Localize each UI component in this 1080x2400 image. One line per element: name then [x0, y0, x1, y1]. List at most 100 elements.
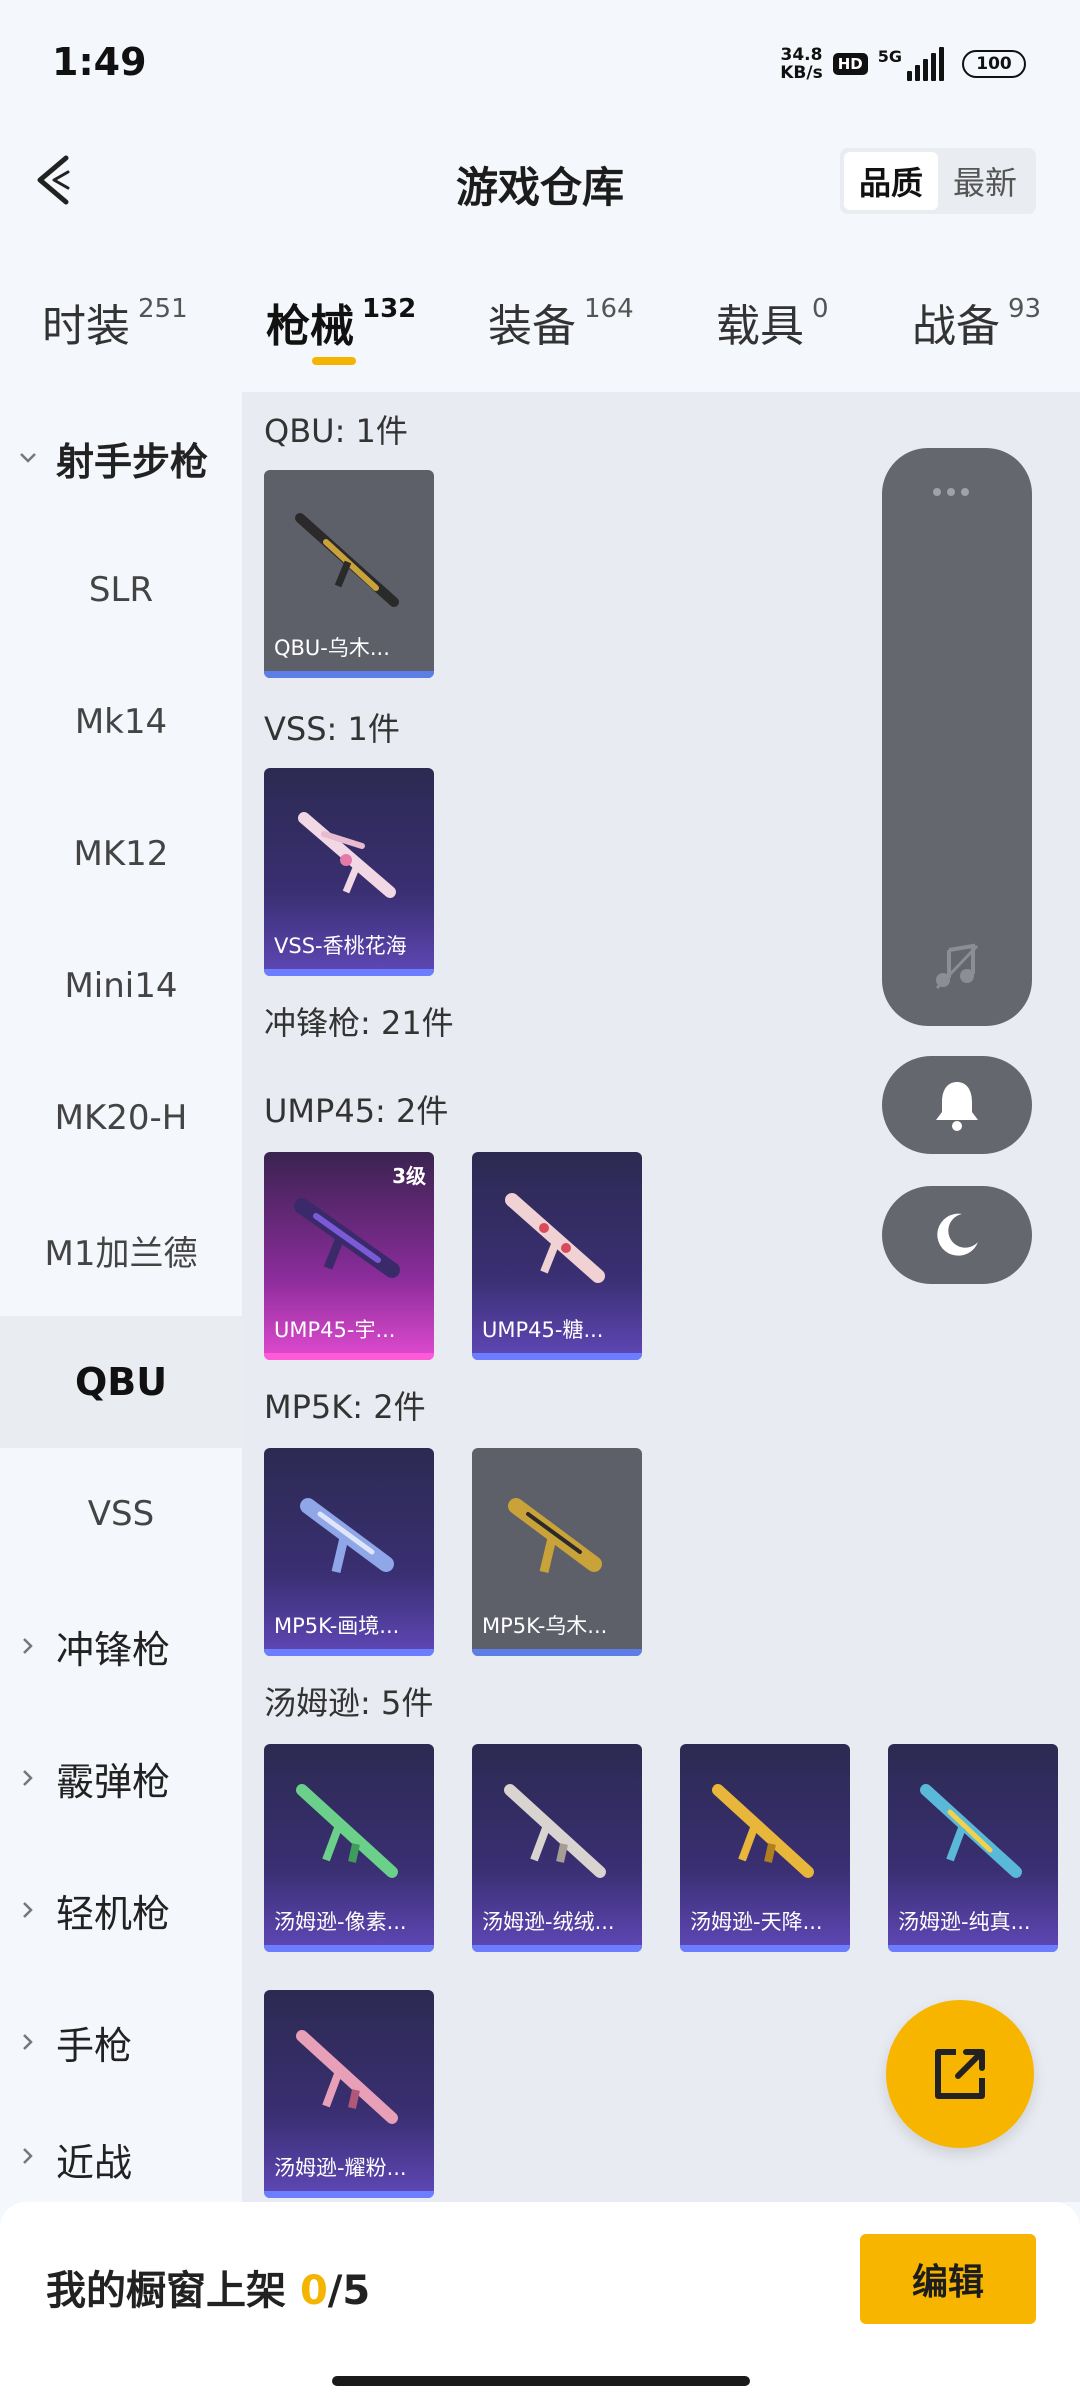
- section-title-ump45: UMP45: 2件: [264, 1092, 449, 1130]
- smg-skin-image: [300, 1498, 394, 1574]
- showcase-total-count: /5: [327, 2268, 371, 2314]
- sidebar-item-label: 霰弹枪: [56, 1759, 171, 1804]
- status-time: 1:49: [52, 40, 147, 84]
- smg-skin-image: [504, 1784, 606, 1878]
- item-card[interactable]: 3级 UMP45-宇...: [264, 1152, 434, 1360]
- sort-quality-button[interactable]: 品质: [844, 152, 938, 210]
- sort-newest-button[interactable]: 最新: [938, 152, 1032, 210]
- smg-skin-image: [920, 1784, 1022, 1878]
- item-card[interactable]: QBU-乌木...: [264, 470, 434, 678]
- tab-label: 战备: [912, 301, 1000, 352]
- section-title-thompson: 汤姆逊: 5件: [264, 1684, 434, 1722]
- smg-skin-image: [712, 1784, 814, 1878]
- signal-icon: 5G: [878, 47, 944, 81]
- tab-count: 251: [138, 294, 188, 324]
- item-card[interactable]: UMP45-糖...: [472, 1152, 642, 1360]
- sidebar-item-shotgun[interactable]: 霰弹枪: [0, 1712, 242, 1844]
- tab-count: 0: [812, 294, 829, 324]
- item-card[interactable]: 汤姆逊-绒绒...: [472, 1744, 642, 1952]
- item-name: UMP45-糖...: [482, 1318, 604, 1342]
- tab-battle-gear[interactable]: 战备 93: [912, 290, 1041, 354]
- tab-label: 枪械: [266, 301, 354, 352]
- rarity-bar: [472, 1649, 642, 1656]
- sidebar-item-mk12[interactable]: MK12: [0, 788, 242, 920]
- more-dots-icon[interactable]: [933, 488, 969, 496]
- sidebar-item-lmg[interactable]: 轻机枪: [0, 1844, 242, 1976]
- net-speed: 34.8 KB/s: [780, 46, 822, 82]
- dark-mode-button[interactable]: [882, 1186, 1032, 1284]
- floating-panel[interactable]: [882, 448, 1032, 1026]
- sidebar-item-m1-garand[interactable]: M1加兰德: [0, 1184, 242, 1316]
- tab-count: 93: [1008, 294, 1042, 324]
- rarity-bar: [472, 1945, 642, 1952]
- item-card[interactable]: 汤姆逊-像素...: [264, 1744, 434, 1952]
- item-card[interactable]: 汤姆逊-耀粉...: [264, 1990, 434, 2198]
- sidebar-item-label: 手枪: [56, 2023, 133, 2068]
- share-button[interactable]: [886, 2000, 1034, 2148]
- sidebar-item-smg[interactable]: 冲锋枪: [0, 1580, 242, 1712]
- home-indicator[interactable]: [332, 2376, 750, 2386]
- active-tab-indicator: [312, 357, 356, 365]
- sidebar-item-pistol[interactable]: 手枪: [0, 1976, 242, 2108]
- tab-label: 装备: [488, 301, 576, 352]
- sidebar-item-label: 近战: [56, 2141, 133, 2185]
- chevron-right-icon: [23, 1902, 33, 1918]
- section-title-vss: VSS: 1件: [264, 710, 400, 748]
- tab-firearms[interactable]: 枪械 132: [266, 290, 416, 354]
- rarity-bar: [472, 1353, 642, 1360]
- sidebar-item-label: 冲锋枪: [56, 1627, 171, 1672]
- item-name: 汤姆逊-天降...: [690, 1910, 823, 1934]
- music-off-icon[interactable]: [931, 940, 983, 992]
- share-external-icon: [935, 2049, 985, 2099]
- item-card[interactable]: MP5K-画境...: [264, 1448, 434, 1656]
- rarity-bar: [264, 671, 434, 678]
- smg-skin-image: [505, 1193, 605, 1283]
- rifle-skin-image: [298, 812, 396, 898]
- tab-equipment[interactable]: 装备 164: [488, 290, 634, 354]
- item-card[interactable]: VSS-香桃花海: [264, 768, 434, 976]
- showcase-current-count: 0: [299, 2268, 328, 2314]
- section-title-mp5k: MP5K: 2件: [264, 1388, 426, 1426]
- tab-count: 132: [362, 294, 417, 324]
- chevron-right-icon: [23, 2148, 33, 2164]
- tab-fashion[interactable]: 时装 251: [42, 290, 188, 354]
- rarity-bar: [264, 969, 434, 976]
- item-name: UMP45-宇...: [274, 1318, 396, 1342]
- rarity-bar: [264, 1649, 434, 1656]
- rarity-bar: [888, 1945, 1058, 1952]
- item-card[interactable]: 汤姆逊-天降...: [680, 1744, 850, 1952]
- status-indicators: 34.8 KB/s HD 5G 100: [780, 42, 1026, 86]
- sidebar-item-mini14[interactable]: Mini14: [0, 920, 242, 1052]
- sidebar-item-label: 轻机枪: [56, 1891, 171, 1936]
- battery-icon: 100: [962, 50, 1026, 78]
- status-bar: 1:49 34.8 KB/s HD 5G 100: [0, 0, 1080, 130]
- edit-button[interactable]: 编辑: [860, 2234, 1036, 2324]
- notification-button[interactable]: [882, 1056, 1032, 1154]
- moon-icon: [937, 1213, 978, 1256]
- chevron-down-icon: [20, 453, 36, 463]
- hd-badge: HD: [832, 53, 868, 75]
- sidebar-item-qbu[interactable]: QBU: [0, 1316, 242, 1448]
- battery-level: 100: [976, 54, 1012, 74]
- sidebar-item-slr[interactable]: SLR: [0, 524, 242, 656]
- category-tabs: 时装 251 枪械 132 装备 164 载具 0 战备 93: [0, 290, 1080, 380]
- item-card[interactable]: MP5K-乌木...: [472, 1448, 642, 1656]
- bottom-bar: 我的橱窗上架 0/5 编辑: [0, 2202, 1080, 2400]
- sidebar-item-marksman-rifles[interactable]: 射手步枪: [0, 392, 242, 524]
- tab-vehicles[interactable]: 载具 0: [716, 290, 829, 354]
- item-name: 汤姆逊-耀粉...: [274, 2156, 407, 2180]
- chevron-right-icon: [23, 2034, 33, 2050]
- sidebar-item-melee[interactable]: 近战: [0, 2108, 242, 2202]
- network-type: 5G: [877, 47, 902, 66]
- item-name: 汤姆逊-像素...: [274, 1910, 407, 1934]
- sidebar: 射手步枪 SLR Mk14 MK12 Mini14 MK20-H M1加兰德 Q…: [0, 392, 242, 2202]
- sidebar-item-mk14[interactable]: Mk14: [0, 656, 242, 788]
- tab-label: 时装: [42, 301, 130, 352]
- tab-label: 载具: [716, 301, 804, 352]
- sidebar-item-vss[interactable]: VSS: [0, 1448, 242, 1580]
- sidebar-item-label: 射手步枪: [56, 439, 209, 484]
- item-name: 汤姆逊-绒绒...: [482, 1910, 615, 1934]
- item-card[interactable]: 汤姆逊-纯真...: [888, 1744, 1058, 1952]
- chevron-right-icon: [23, 1770, 33, 1786]
- sidebar-item-mk20h[interactable]: MK20-H: [0, 1052, 242, 1184]
